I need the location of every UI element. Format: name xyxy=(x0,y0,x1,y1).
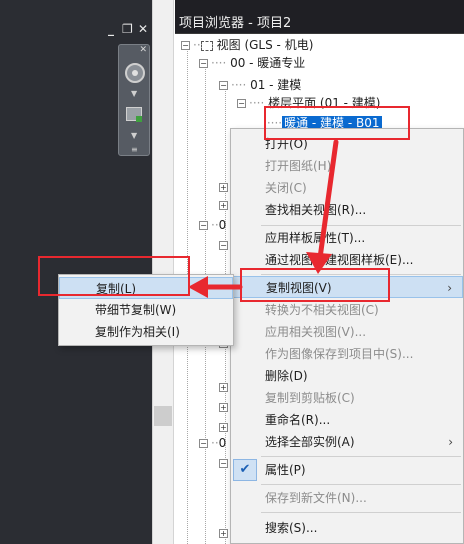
navigation-bar[interactable]: ✕ ▼ ▼ ≡ xyxy=(118,44,150,156)
menu-item-apply-dependent[interactable]: 应用相关视图(V)... xyxy=(231,321,463,343)
annotation-box-duplicate xyxy=(38,256,190,296)
scrollbar-thumb[interactable] xyxy=(154,406,172,426)
annotation-box-selected-view xyxy=(264,106,410,140)
menu-item-close[interactable]: 关闭(C) xyxy=(231,177,463,199)
collapse-icon[interactable]: − xyxy=(237,99,246,108)
menu-item-properties[interactable]: 属性(P) xyxy=(231,459,463,481)
expand-icon[interactable]: + xyxy=(219,403,228,412)
menu-item-search[interactable]: 搜索(S)... xyxy=(231,517,463,539)
tree-node-discipline[interactable]: − ···· 00 - 暖通专业 xyxy=(199,54,305,72)
menu-separator xyxy=(261,484,461,485)
viewport-window-controls: _ ❐ ✕ xyxy=(106,22,148,36)
tree-node-partial[interactable]: − ··0 xyxy=(199,216,226,234)
collapse-icon[interactable]: − xyxy=(219,81,228,90)
collapse-icon[interactable]: − xyxy=(199,221,208,230)
expand-icon[interactable]: + xyxy=(219,423,228,432)
tree-node-views[interactable]: − ·· 视图 (GLS - 机电) xyxy=(181,36,313,54)
menu-item-select-all-instances[interactable]: 选择全部实例(A) › xyxy=(231,431,463,453)
submenu-item-duplicate-as-dependent[interactable]: 复制作为相关(I) xyxy=(59,321,233,343)
navbar-options-icon[interactable]: ≡ xyxy=(131,145,138,154)
expand-icon[interactable]: + xyxy=(219,183,228,192)
submenu-arrow-icon: › xyxy=(447,281,452,295)
menu-item-find-related-views[interactable]: 查找相关视图(R)... xyxy=(231,199,463,221)
navbar-close-icon[interactable]: ✕ xyxy=(139,45,147,55)
menu-item-save-as-image[interactable]: 作为图像保存到项目中(S)... xyxy=(231,343,463,365)
tree-node-partial[interactable]: − ··0 xyxy=(199,434,226,452)
expand-icon[interactable]: + xyxy=(219,201,228,210)
menu-separator xyxy=(261,512,461,513)
menu-item-open-sheet[interactable]: 打开图纸(H) xyxy=(231,155,463,177)
steering-wheel-icon[interactable] xyxy=(125,63,145,83)
submenu-item-duplicate-with-detailing[interactable]: 带细节复制(W) xyxy=(59,299,233,321)
restore-icon[interactable]: ❐ xyxy=(122,22,133,36)
expand-icon[interactable]: + xyxy=(219,529,228,538)
menu-item-copy-clipboard[interactable]: 复制到剪贴板(C) xyxy=(231,387,463,409)
menu-item-save-new-file[interactable]: 保存到新文件(N)... xyxy=(231,487,463,509)
menu-item-delete[interactable]: 删除(D) xyxy=(231,365,463,387)
collapse-icon[interactable]: − xyxy=(181,41,190,50)
submenu-arrow-icon: › xyxy=(448,435,453,449)
views-icon xyxy=(200,40,213,51)
context-menu: 打开(O) 打开图纸(H) 关闭(C) 查找相关视图(R)... 应用样板属性(… xyxy=(230,128,464,544)
zoom-region-icon[interactable] xyxy=(126,107,142,122)
menu-item-convert-independent[interactable]: 转换为不相关视图(C) xyxy=(231,299,463,321)
collapse-icon[interactable]: − xyxy=(219,241,228,250)
collapse-icon[interactable]: − xyxy=(219,459,228,468)
menu-separator xyxy=(261,225,461,226)
project-browser-title: 项目浏览器 - 项目2 xyxy=(175,0,464,34)
collapse-icon[interactable]: − xyxy=(199,439,208,448)
dropdown-arrow-icon[interactable]: ▼ xyxy=(131,131,137,140)
tree-node-sub-discipline[interactable]: − ···· 01 - 建模 xyxy=(219,76,301,94)
menu-item-apply-template[interactable]: 应用样板属性(T)... xyxy=(231,227,463,249)
close-icon[interactable]: ✕ xyxy=(138,22,148,36)
expand-icon[interactable]: + xyxy=(219,383,228,392)
menu-item-rename[interactable]: 重命名(R)... xyxy=(231,409,463,431)
menu-separator xyxy=(261,456,461,457)
minimize-icon[interactable]: _ xyxy=(106,22,116,36)
annotation-box-duplicate-view xyxy=(240,268,390,302)
dropdown-arrow-icon[interactable]: ▼ xyxy=(131,89,137,98)
collapse-icon[interactable]: − xyxy=(199,59,208,68)
